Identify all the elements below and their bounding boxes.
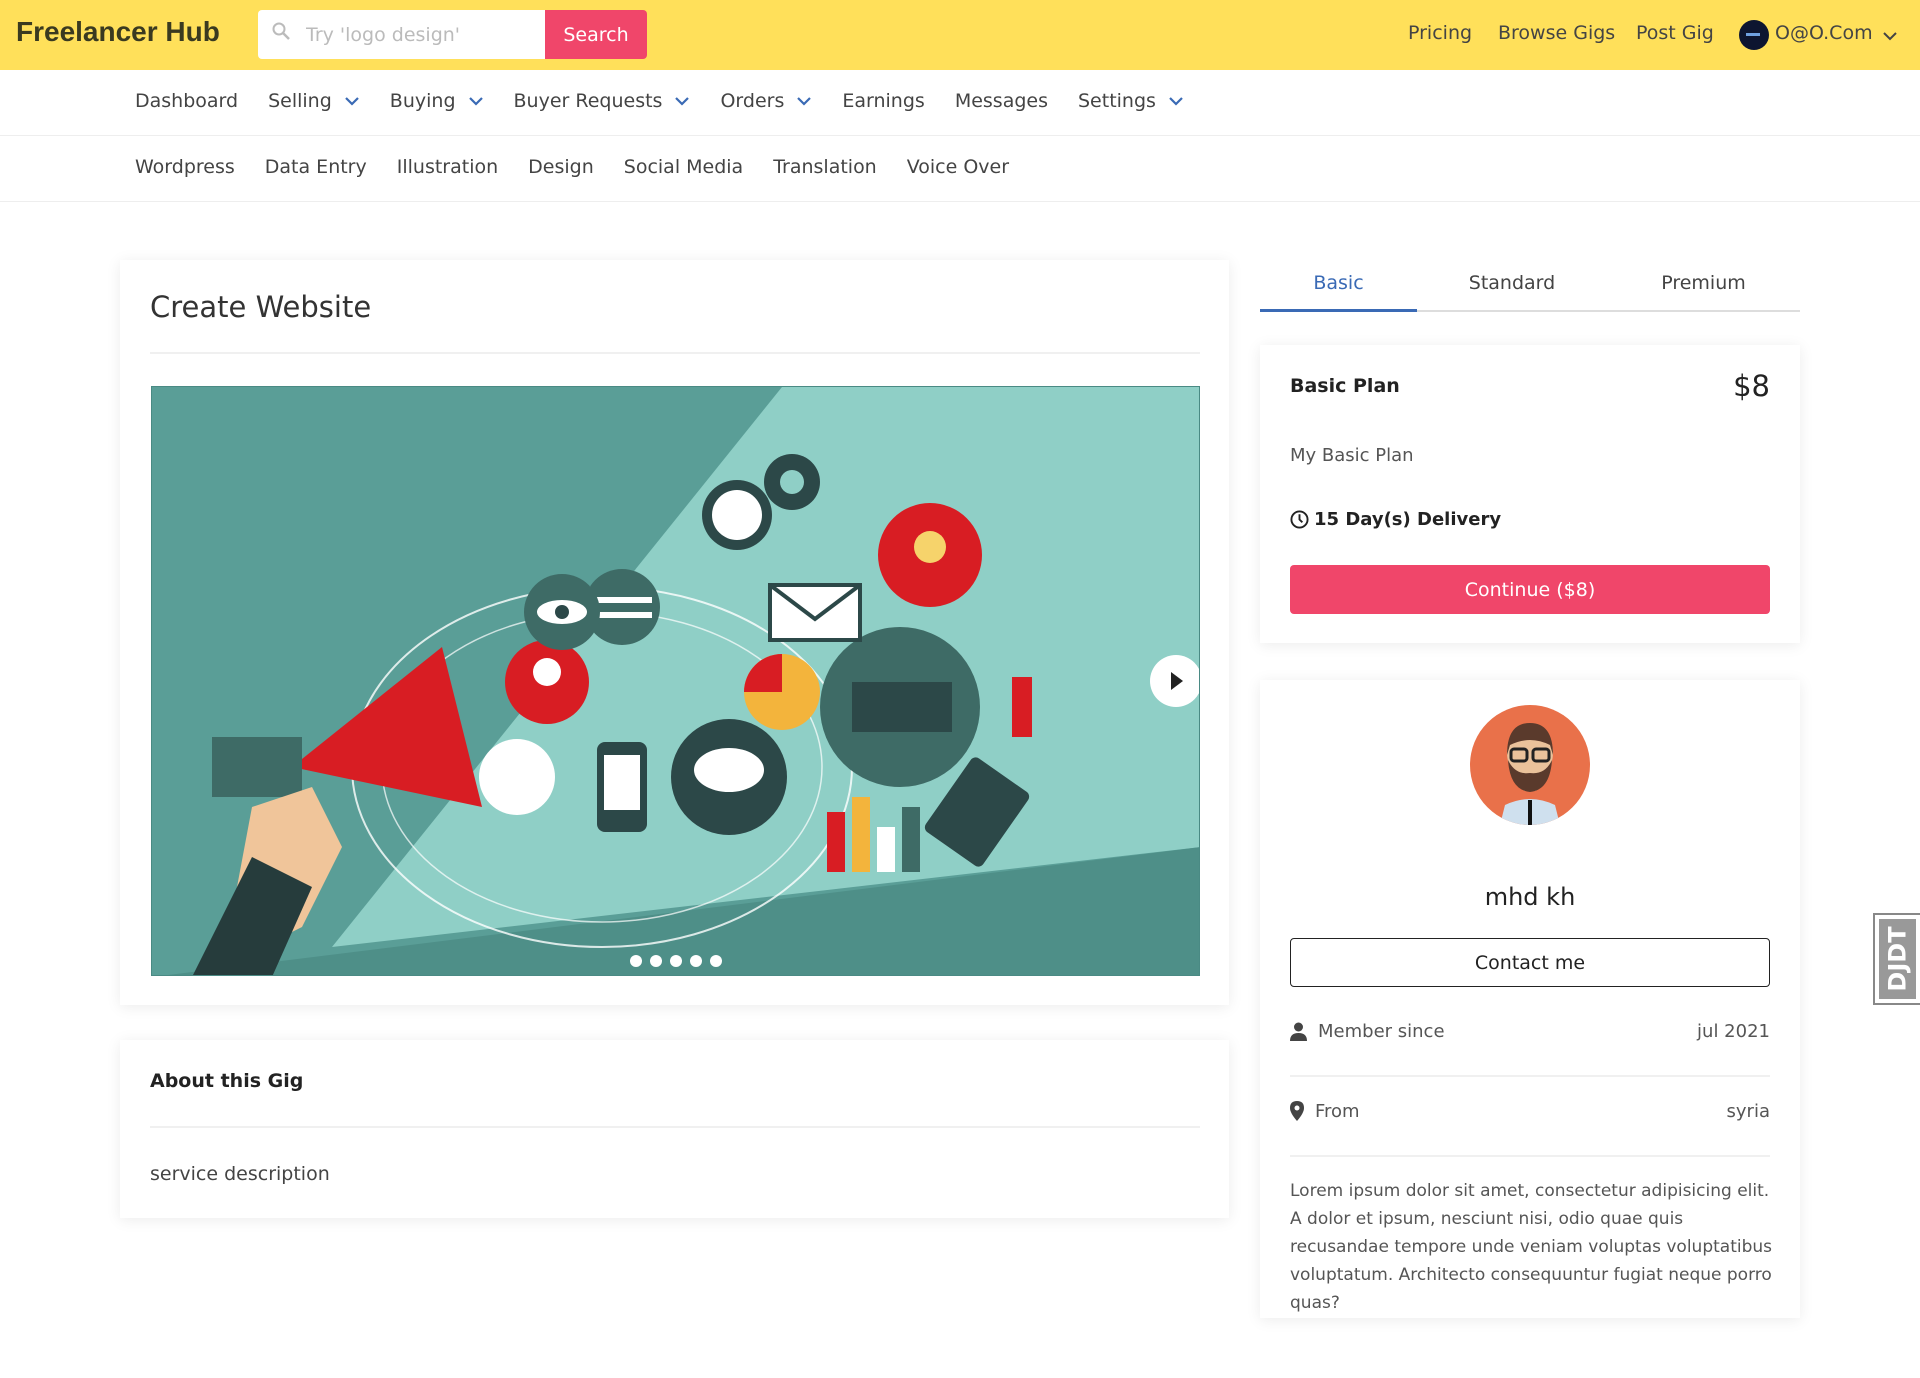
contact-me-button[interactable]: Contact me [1290, 938, 1770, 987]
chevron-down-icon [675, 97, 690, 106]
user-avatar[interactable] [1739, 20, 1769, 50]
location-pin-icon [1290, 1101, 1304, 1121]
nav-item-settings[interactable]: Settings [1078, 90, 1184, 112]
chevron-down-icon [468, 97, 483, 106]
nav-item-label: Buyer Requests [513, 90, 663, 112]
nav-browse-gigs[interactable]: Browse Gigs [1498, 22, 1615, 44]
tab-standard[interactable]: Standard [1417, 272, 1607, 294]
about-card: About this Gig service description [120, 1040, 1229, 1218]
from-value: syria [1726, 1101, 1770, 1122]
about-title: About this Gig [150, 1070, 304, 1092]
nav-item-label: Orders [720, 90, 785, 112]
category-translation[interactable]: Translation [773, 156, 877, 178]
delivery-time: 15 Day(s) Delivery [1314, 509, 1502, 530]
gig-image-carousel[interactable] [151, 386, 1200, 976]
category-voice-over[interactable]: Voice Over [907, 156, 1009, 178]
carousel-dot[interactable] [710, 955, 722, 967]
carousel-dots [630, 955, 722, 967]
gig-title: Create Website [150, 290, 372, 324]
gig-card: Create Website [120, 260, 1229, 1005]
nav-item-label: Messages [954, 90, 1048, 112]
carousel-next-button[interactable] [1150, 655, 1199, 707]
search-box [258, 10, 546, 59]
nav-item-label: Settings [1078, 90, 1156, 112]
member-since-label: Member since [1318, 1021, 1445, 1042]
from-label: From [1315, 1101, 1360, 1122]
continue-button[interactable]: Continue ($8) [1290, 565, 1770, 614]
gig-description: service description [150, 1163, 330, 1185]
chevron-down-icon [345, 97, 359, 106]
category-social-media[interactable]: Social Media [624, 156, 743, 178]
nav-item-label: Selling [268, 90, 332, 112]
user-icon [1290, 1022, 1307, 1041]
nav-item-dashboard[interactable]: Dashboard [135, 90, 238, 112]
tab-basic[interactable]: Basic [1260, 272, 1417, 294]
category-illustration[interactable]: Illustration [397, 156, 498, 178]
tab-premium[interactable]: Premium [1607, 272, 1800, 294]
category-nav: Wordpress Data Entry Illustration Design Soc… [0, 136, 1920, 202]
header: Freelancer Hub Search Pricing Browse Gig… [0, 0, 1920, 70]
user-menu[interactable]: O@O.Com [1775, 22, 1873, 44]
search-button[interactable]: Search [545, 10, 647, 59]
plan-name: Basic Plan [1290, 375, 1400, 397]
debug-toolbar-label: DJDT [1883, 926, 1912, 992]
clock-icon [1290, 510, 1309, 529]
seller-avatar [1470, 705, 1590, 825]
nav-item-messages[interactable]: Messages [955, 90, 1048, 112]
carousel-dot[interactable] [650, 955, 662, 967]
carousel-dot[interactable] [670, 955, 682, 967]
category-data-entry[interactable]: Data Entry [265, 156, 367, 178]
search-icon [272, 22, 290, 40]
play-next-icon [1171, 672, 1183, 690]
plan-price: $8 [1733, 369, 1770, 403]
chevron-down-icon [797, 97, 812, 106]
chevron-down-icon [1169, 97, 1183, 106]
nav-item-label: Buying [389, 90, 456, 112]
seller-name: mhd kh [1484, 883, 1576, 911]
nav-item-selling[interactable]: Selling [268, 90, 360, 112]
active-tab-indicator [1260, 309, 1417, 312]
nav-item-buying[interactable]: Buying [390, 90, 484, 112]
main-nav: Dashboard Selling Buying Buyer Requests Orde… [0, 70, 1920, 136]
gig-illustration [152, 387, 1199, 975]
plan-card: Basic Plan $8 My Basic Plan 15 Day(s) De… [1260, 345, 1800, 643]
chevron-down-icon[interactable] [1882, 31, 1898, 41]
seller-bio: Lorem ipsum dolor sit amet, consectetur … [1290, 1181, 1773, 1313]
carousel-dot[interactable] [690, 955, 702, 967]
carousel-dot[interactable] [630, 955, 642, 967]
member-since-value: jul 2021 [1697, 1021, 1770, 1042]
category-wordpress[interactable]: Wordpress [135, 156, 235, 178]
nav-pricing[interactable]: Pricing [1408, 22, 1472, 44]
nav-item-earnings[interactable]: Earnings [842, 90, 924, 112]
nav-item-label: Dashboard [135, 90, 239, 112]
nav-post-gig[interactable]: Post Gig [1636, 22, 1714, 44]
plan-description: My Basic Plan [1290, 445, 1414, 466]
logo[interactable]: Freelancer Hub [16, 16, 220, 48]
category-design[interactable]: Design [528, 156, 594, 178]
search-input[interactable] [306, 20, 536, 50]
debug-toolbar-handle[interactable]: DJDT [1873, 913, 1920, 1005]
nav-item-orders[interactable]: Orders [720, 90, 812, 112]
nav-item-label: Earnings [842, 90, 925, 112]
seller-card: mhd kh Contact me Member since jul 2021 … [1260, 680, 1800, 1318]
nav-item-buyer-requests[interactable]: Buyer Requests [514, 90, 691, 112]
